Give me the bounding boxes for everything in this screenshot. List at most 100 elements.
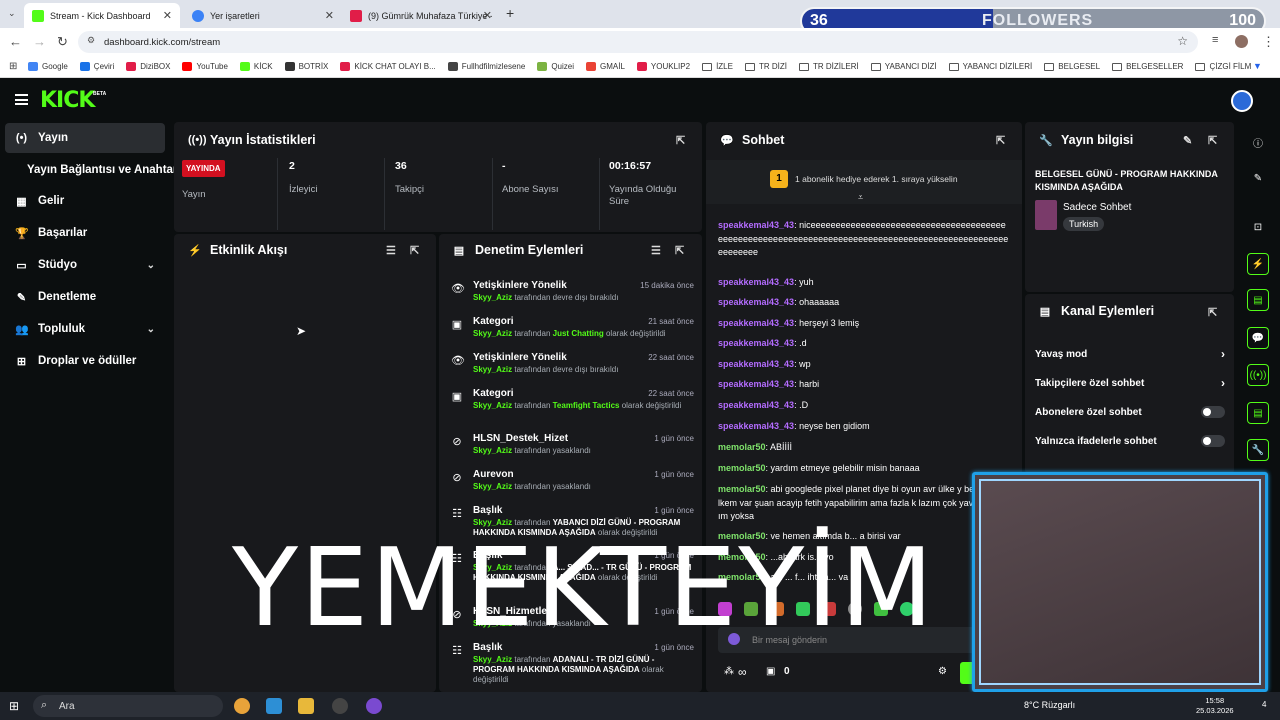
sidebar-item[interactable]: ▭ Stüdyo ⌄ <box>5 250 165 280</box>
media-player-icon[interactable] <box>298 698 314 714</box>
menu-icon[interactable]: ⋮ <box>1262 34 1275 50</box>
sidebar-item[interactable]: ✎ Denetleme <box>5 282 165 312</box>
tab-kick-dashboard[interactable]: Stream - Kick Dashboard ✕ <box>24 3 180 28</box>
chrome-icon[interactable] <box>234 698 250 714</box>
bookmark-item[interactable]: TR DİZİLERİ <box>798 62 859 71</box>
pencil-icon[interactable]: ✎ <box>1247 167 1269 189</box>
chat-username[interactable]: speakkemal43_43 <box>718 318 794 328</box>
clock[interactable]: 15:58 25.03.2026 <box>1196 696 1234 716</box>
chat-icon[interactable]: 💬 <box>1247 327 1269 349</box>
bookmark-item[interactable]: YouTube <box>182 62 228 71</box>
channel-action-item[interactable]: Yavaş mod › <box>1035 344 1225 364</box>
moderator-name[interactable]: Skyy_Aziz <box>473 401 512 410</box>
popout-icon[interactable]: ⇱ <box>1208 134 1217 147</box>
document-icon[interactable]: ▤ <box>1247 289 1269 311</box>
lightning-icon[interactable]: ⚡ <box>1247 253 1269 275</box>
channel-action-item[interactable]: Takipçilere özel sohbet › <box>1035 373 1225 393</box>
bookmark-item[interactable]: Quizei <box>537 62 574 71</box>
toggle-switch[interactable] <box>1201 435 1225 447</box>
bookmark-item[interactable]: BOTRİX <box>284 62 328 71</box>
bookmark-item[interactable]: KİCK <box>239 62 273 71</box>
popout-icon[interactable]: ⇱ <box>410 244 419 257</box>
bookmark-item[interactable]: Fullhdfilmizlesene <box>447 62 525 71</box>
scan-icon[interactable]: ⊡ <box>1247 216 1269 238</box>
collapse-icon[interactable]: ⩡ <box>858 192 863 203</box>
gift-icon[interactable]: ▣ <box>766 666 775 677</box>
bookmark-item[interactable]: BELGESELLER <box>1112 62 1183 71</box>
tab-search-chevron-icon[interactable]: ⌄ <box>8 8 16 19</box>
sidebar-item[interactable]: 👥 Topluluk ⌄ <box>5 314 165 344</box>
new-tab-button[interactable]: + <box>506 5 514 21</box>
sidebar-item[interactable]: (•) Yayın <box>5 123 165 153</box>
bookmark-item[interactable]: KİCK CHAT OLAYI B... <box>340 62 436 71</box>
notification-badge[interactable]: 4 <box>1262 700 1266 709</box>
chat-username[interactable]: memolar50 <box>718 484 766 494</box>
edit-icon[interactable]: ✎ <box>1183 134 1192 147</box>
channel-icon[interactable]: ▤ <box>1247 402 1269 424</box>
popout-icon[interactable]: ⇱ <box>996 134 1005 147</box>
tab-bookmarks[interactable]: Yer işaretleri ✕ <box>184 3 342 28</box>
site-info-icon[interactable]: ⚙ <box>87 35 95 46</box>
moderator-name[interactable]: Skyy_Aziz <box>473 293 512 302</box>
bookmark-item[interactable]: TR DİZİ <box>744 62 787 71</box>
filter-icon[interactable]: ☰ <box>386 244 396 257</box>
reload-icon[interactable]: ↻ <box>57 34 68 50</box>
weather-widget[interactable]: 8°C Rüzgarlı <box>1024 700 1075 710</box>
bookmark-item[interactable]: YABANCI DİZİLERİ <box>948 62 1032 71</box>
broadcast-icon[interactable]: ((•)) <box>1247 364 1269 386</box>
users-icon[interactable]: ⁂ <box>724 666 734 677</box>
sidebar-item[interactable]: 🏆 Başarılar <box>5 218 165 248</box>
chat-username[interactable]: memolar50 <box>718 442 766 452</box>
hamburger-menu-icon[interactable] <box>15 94 28 105</box>
bookmark-item[interactable]: DiziBOX <box>126 62 170 71</box>
taskbar-search[interactable]: ⌕ Ara <box>33 695 223 717</box>
forward-icon[interactable]: → <box>33 34 46 49</box>
sidebar-item[interactable]: ⊞ Droplar ve ödüller <box>5 346 165 376</box>
moderator-name[interactable]: Skyy_Aziz <box>473 655 512 664</box>
channel-action-item[interactable]: Abonelere özel sohbet <box>1035 402 1225 422</box>
sidebar-item[interactable]: Yayın Bağlantısı ve Anahtarı <box>5 155 181 185</box>
popout-icon[interactable]: ⇱ <box>676 134 685 147</box>
bookmark-item[interactable]: ÇİZGİ FİLM <box>1195 62 1251 71</box>
apps-icon[interactable]: ⊞ <box>9 61 17 72</box>
close-icon[interactable]: ✕ <box>325 9 334 22</box>
popout-icon[interactable]: ⇱ <box>675 244 684 257</box>
moderator-name[interactable]: Skyy_Aziz <box>473 329 512 338</box>
channel-action-item[interactable]: Yalnızca ifadelerle sohbet <box>1035 431 1225 451</box>
filter-icon[interactable]: ☰ <box>651 244 661 257</box>
extensions-icon[interactable]: ≡ <box>1212 34 1218 46</box>
bookmark-item[interactable]: YOUKLIP2 <box>636 62 690 71</box>
wrench-icon[interactable]: 🔧 <box>1247 439 1269 461</box>
popout-icon[interactable]: ⇱ <box>1208 306 1217 319</box>
bookmark-item[interactable]: Çeviri <box>79 62 114 71</box>
url-field[interactable]: ⚙ dashboard.kick.com/stream ☆ <box>78 31 1198 53</box>
chevron-down-icon[interactable]: ⌄ <box>147 260 155 271</box>
moderator-name[interactable]: Skyy_Aziz <box>473 446 512 455</box>
chevron-down-icon[interactable]: ⌄ <box>147 324 155 335</box>
back-icon[interactable]: ← <box>9 34 22 49</box>
settings-icon[interactable]: ⚙ <box>938 666 947 677</box>
bookmark-item[interactable]: YABANCI DİZİ <box>870 62 937 71</box>
chat-username[interactable]: memolar50 <box>718 463 766 473</box>
windows-start-icon[interactable]: ⊞ <box>9 699 19 713</box>
chat-username[interactable]: speakkemal43_43 <box>718 379 794 389</box>
sidebar-item[interactable]: ▦ Gelir <box>5 186 165 216</box>
chat-username[interactable]: speakkemal43_43 <box>718 400 794 410</box>
obs-icon[interactable] <box>332 698 348 714</box>
moderator-name[interactable]: Skyy_Aziz <box>473 482 512 491</box>
chat-username[interactable]: speakkemal43_43 <box>718 277 794 287</box>
info-icon[interactable]: ⓘ <box>1247 131 1269 153</box>
bookmark-item[interactable]: BELGESEL <box>1044 62 1100 71</box>
bookmark-item[interactable]: GMAİL <box>586 62 625 71</box>
close-icon[interactable]: ✕ <box>163 9 172 22</box>
chat-username[interactable]: speakkemal43_43 <box>718 359 794 369</box>
bookmark-star-icon[interactable]: ☆ <box>1177 34 1188 48</box>
chat-username[interactable]: speakkemal43_43 <box>718 421 794 431</box>
chat-username[interactable]: speakkemal43_43 <box>718 220 794 230</box>
moderator-name[interactable]: Skyy_Aziz <box>473 365 512 374</box>
profile-avatar[interactable] <box>1235 35 1248 48</box>
bookmarks-overflow-icon[interactable]: ▼ <box>1253 61 1262 71</box>
chat-username[interactable]: speakkemal43_43 <box>718 338 794 348</box>
bookmark-item[interactable]: İZLE <box>702 62 733 71</box>
explorer-icon[interactable] <box>266 698 282 714</box>
